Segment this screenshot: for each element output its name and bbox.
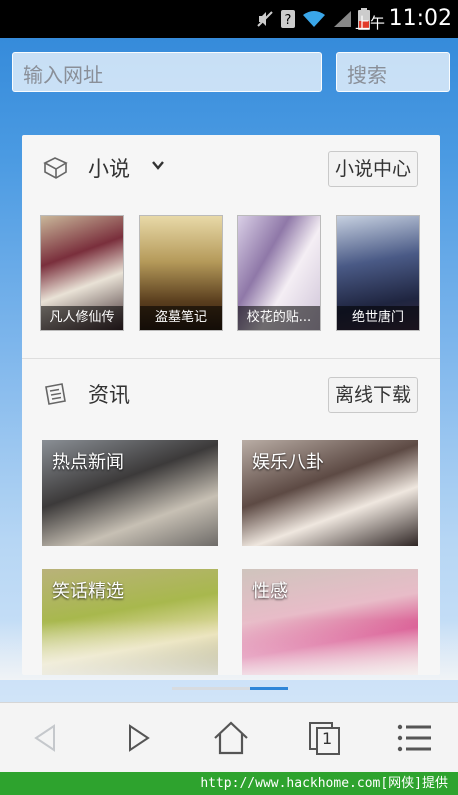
credit-footer: http://www.hackhome.com[网侠]提供 bbox=[0, 772, 458, 795]
news-tile[interactable]: 热点新闻 bbox=[42, 440, 218, 546]
back-button[interactable] bbox=[10, 703, 80, 772]
home-button[interactable] bbox=[196, 703, 266, 772]
book-item[interactable]: 盗墓笔记 bbox=[139, 215, 223, 331]
status-icons: ? bbox=[256, 8, 370, 30]
book-title: 凡人修仙传 bbox=[41, 306, 123, 330]
address-bar: 输入网址 搜索 bbox=[0, 38, 458, 118]
sim-unknown-icon: ? bbox=[281, 10, 295, 28]
book-item[interactable]: 绝世唐门 bbox=[336, 215, 420, 331]
book-icon bbox=[43, 157, 68, 179]
news-tile-label: 娱乐八卦 bbox=[252, 452, 324, 473]
home-icon bbox=[214, 721, 248, 755]
news-header: 资讯 离线下载 bbox=[22, 361, 440, 421]
page-indicator-active bbox=[250, 687, 288, 690]
home-card: 小说 小说中心 凡人修仙传 盗墓笔记 校花的贴... 绝世唐门 资讯 离线下载 … bbox=[22, 135, 440, 675]
wifi-icon bbox=[303, 11, 325, 27]
page-indicator bbox=[172, 687, 288, 691]
novel-center-button[interactable]: 小说中心 bbox=[327, 151, 418, 187]
news-tile-label: 性感 bbox=[252, 581, 288, 602]
menu-icon bbox=[397, 724, 431, 752]
menu-button[interactable] bbox=[380, 703, 450, 772]
bottom-toolbar: 1 bbox=[0, 702, 458, 772]
book-title: 盗墓笔记 bbox=[140, 306, 222, 330]
news-tile-label: 热点新闻 bbox=[52, 452, 124, 473]
book-item[interactable]: 校花的贴... bbox=[237, 215, 321, 331]
book-title: 校花的贴... bbox=[238, 306, 320, 330]
novels-title[interactable]: 小说 bbox=[88, 153, 130, 183]
book-item[interactable]: 凡人修仙传 bbox=[40, 215, 124, 331]
novels-header: 小说 小说中心 bbox=[22, 135, 440, 195]
book-title: 绝世唐门 bbox=[337, 306, 419, 330]
tab-count: 1 bbox=[322, 729, 333, 748]
search-button[interactable]: 搜索 bbox=[336, 52, 450, 92]
tabs-button[interactable]: 1 bbox=[290, 703, 360, 772]
forward-arrow-icon bbox=[129, 724, 150, 752]
page-indicator-inactive bbox=[172, 687, 250, 690]
phone-screen: ? 上午 11:02 输入网址 搜索 小说 小说中心 凡人修仙传 盗墓笔记 校花… bbox=[0, 0, 458, 772]
signal-icon bbox=[334, 11, 351, 27]
url-input[interactable]: 输入网址 bbox=[12, 52, 322, 92]
news-tile-label: 笑话精选 bbox=[52, 581, 124, 602]
news-tile[interactable]: 娱乐八卦 bbox=[242, 440, 418, 546]
status-ampm: 上午 bbox=[354, 14, 385, 32]
scroll-fade bbox=[0, 620, 458, 680]
news-title: 资讯 bbox=[88, 383, 130, 407]
chevron-down-icon[interactable] bbox=[150, 157, 166, 173]
forward-button[interactable] bbox=[104, 703, 174, 772]
back-arrow-icon bbox=[34, 724, 55, 752]
svg-text:?: ? bbox=[285, 13, 292, 28]
offline-download-button[interactable]: 离线下载 bbox=[327, 377, 418, 413]
status-bar: ? 上午 11:02 bbox=[0, 0, 458, 38]
newspaper-icon bbox=[45, 383, 66, 405]
section-divider bbox=[22, 358, 440, 359]
status-time: 11:02 bbox=[388, 6, 452, 31]
mute-icon bbox=[257, 11, 273, 27]
book-list: 凡人修仙传 盗墓笔记 校花的贴... 绝世唐门 bbox=[40, 215, 422, 331]
